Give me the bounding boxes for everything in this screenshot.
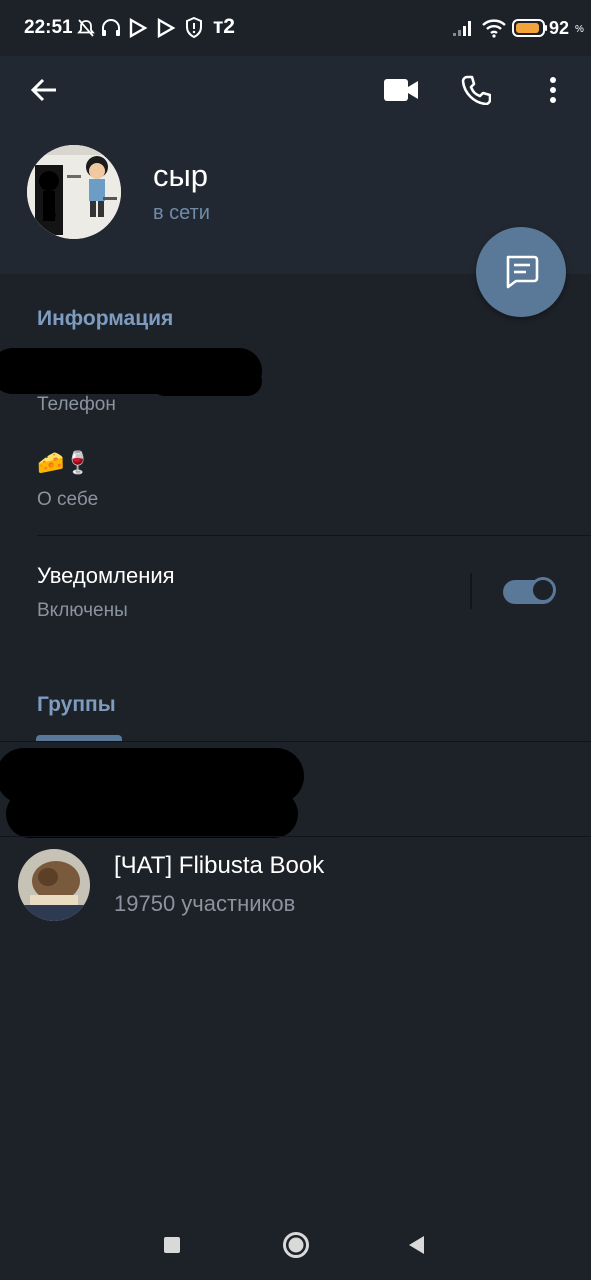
battery-percent: 92 [549,18,570,38]
group-members: 19750 участников [114,891,296,916]
toggle-separator [470,573,472,609]
online-status: в сети [153,202,210,224]
groups-section-title[interactable]: Группы [37,693,116,717]
play-icon [129,18,148,38]
tabs-divider [0,741,591,742]
profile-name: сыр [153,158,209,193]
video-camera-icon [384,79,418,101]
mute-icon [77,19,95,37]
home-circle-icon[interactable] [282,1231,310,1259]
group-avatar-image [18,849,90,921]
group-name: [ЧАТ] Flibusta Book [114,852,325,879]
back-triangle-icon[interactable] [406,1234,426,1256]
battery-unit: % [575,24,584,35]
notifications-state: Включены [37,600,128,621]
carrier-label: т2 [213,15,235,38]
signal-icon [453,21,471,36]
more-button[interactable] [529,66,577,114]
notifications-title: Уведомления [37,563,175,588]
send-message-button[interactable] [476,227,566,317]
shield-icon [186,17,202,39]
group-avatar[interactable] [18,849,90,921]
headset-icon [102,19,120,36]
toggle-knob [530,577,556,603]
arrow-left-icon [30,78,56,102]
bio-label: О себе [37,489,99,510]
square-icon[interactable] [163,1236,181,1254]
phone-label: Телефон [37,394,116,415]
profile-screen: 22:51 т2 92 % сыр в сети Информация Теле… [0,0,591,1280]
info-section-title: Информация [37,307,174,330]
video-call-button[interactable] [377,66,425,114]
play-icon [157,18,176,38]
system-nav-bar [0,1210,591,1280]
more-vertical-icon [550,77,556,103]
avatar-image [27,145,121,239]
bio-value[interactable]: 🧀🍷 [37,450,92,476]
profile-avatar[interactable] [27,145,121,239]
back-button[interactable] [20,66,68,114]
call-button[interactable] [452,66,500,114]
phone-icon [461,75,491,105]
battery-icon [512,19,547,37]
message-icon [506,255,539,289]
group-item-redacted-2 [6,790,298,838]
notifications-toggle[interactable] [503,577,556,604]
phone-value-redacted-tail [150,366,262,396]
status-time: 22:51 [24,17,73,38]
wifi-icon [482,19,506,38]
status-bar: 22:51 т2 92 % [0,0,591,56]
